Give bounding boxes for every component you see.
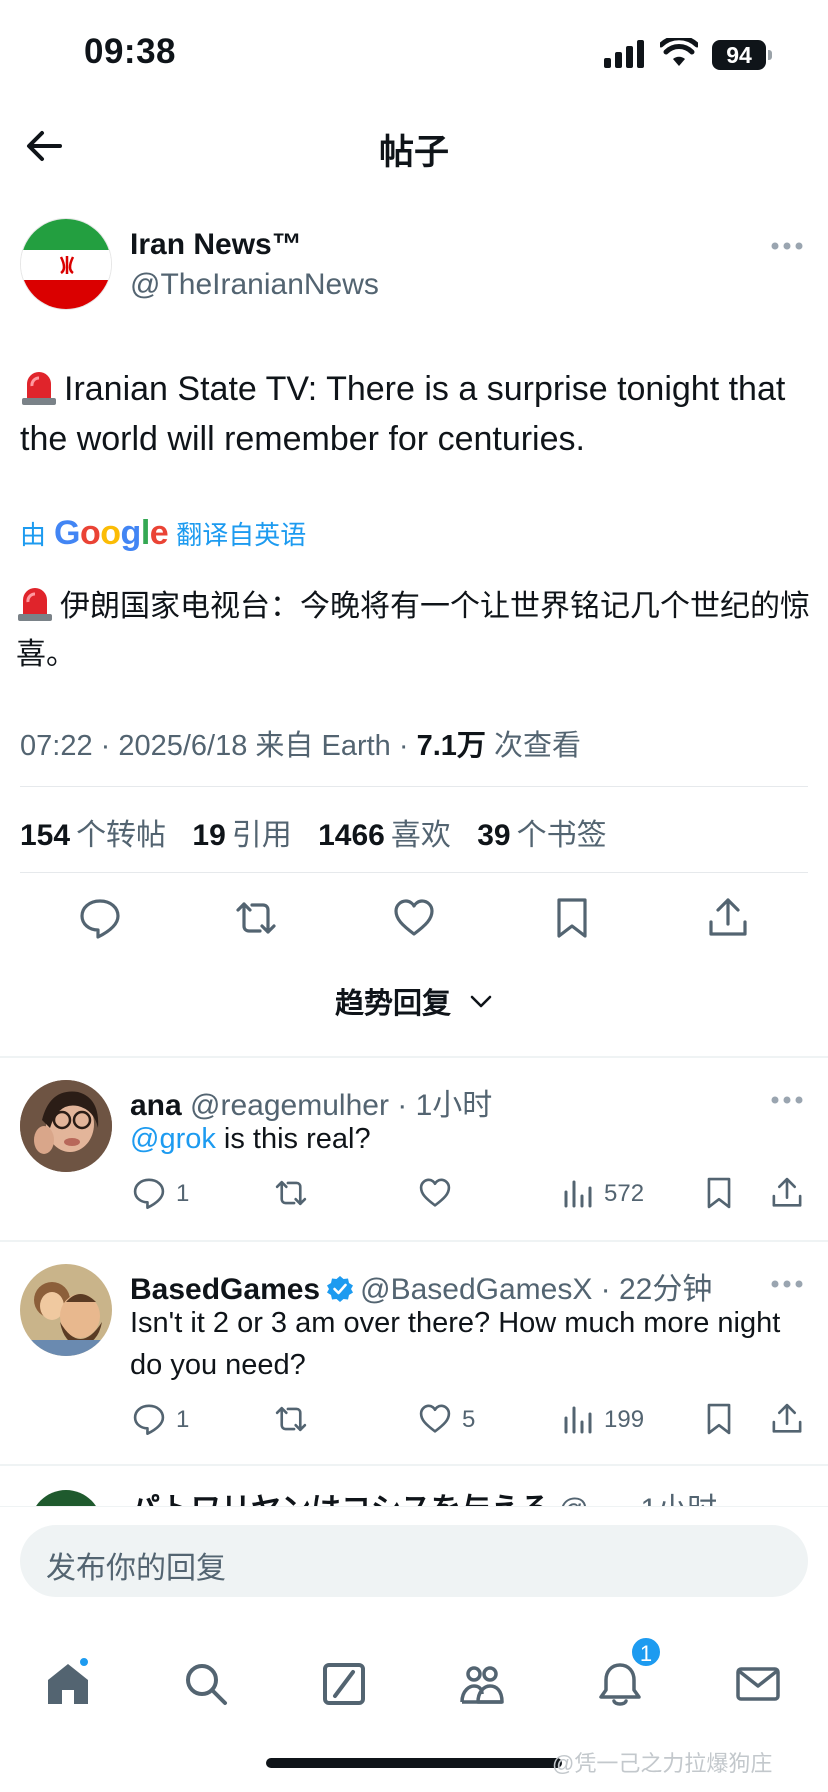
reply-composer-bar: 发布你的回复 <box>0 1506 828 1626</box>
bookmark-icon[interactable] <box>702 1402 736 1436</box>
reply-text: @grok is this real? <box>130 1123 371 1155</box>
iran-flag-icon <box>21 219 111 309</box>
more-options-icon[interactable] <box>770 240 804 252</box>
reply-header: パトワリヤンはコシスを与える @... · 1小时 <box>130 1484 717 1506</box>
more-options-icon[interactable] <box>770 1094 804 1106</box>
divider <box>20 786 808 787</box>
search-icon[interactable] <box>182 1660 230 1708</box>
reply-avatar[interactable] <box>20 1080 112 1172</box>
author-handle[interactable]: @TheIranianNews <box>130 268 379 302</box>
reply-item[interactable]: ana @reagemulher · 1小时 @grok is this rea… <box>0 1056 828 1240</box>
page-title: 帖子 <box>378 133 449 172</box>
like-heart-icon[interactable] <box>418 1176 452 1210</box>
home-badge-dot <box>78 1656 90 1668</box>
communities-icon[interactable] <box>458 1660 506 1708</box>
verified-badge-icon <box>327 1276 354 1302</box>
repost-icon[interactable] <box>234 896 278 940</box>
stat-reposts[interactable]: 154 个转帖 <box>20 819 166 852</box>
reply-avatar[interactable] <box>30 1490 102 1506</box>
reply-icon[interactable] <box>132 1176 166 1210</box>
reply-count: 1 <box>176 1406 190 1433</box>
tweet-text-content: Iranian State TV: There is a surprise to… <box>20 370 786 458</box>
home-indicator <box>266 1758 562 1768</box>
translated-by-google[interactable]: 由 Google 翻译自英语 <box>20 514 306 553</box>
translate-prefix: 由 <box>20 520 47 550</box>
reply-author-handle[interactable]: @... · 1小时 <box>558 1493 717 1506</box>
view-count: 199 <box>604 1406 645 1433</box>
bookmark-icon[interactable] <box>550 896 594 940</box>
watermark: @凭一己之力拉爆狗庄 <box>552 1751 773 1776</box>
tweet-text: Iranian State TV: There is a surprise to… <box>20 364 810 464</box>
google-logo: Google <box>54 514 169 552</box>
reply-author-name[interactable]: パトワリヤンはコシスを与える <box>130 1493 550 1506</box>
police-light-emoji-icon <box>22 372 56 405</box>
reply-avatar[interactable] <box>20 1264 112 1356</box>
reply-input[interactable]: 发布你的回复 <box>20 1525 808 1597</box>
reply-input-placeholder: 发布你的回复 <box>46 1552 226 1585</box>
stat-bookmarks[interactable]: 39 个书签 <box>477 819 606 852</box>
author-avatar[interactable] <box>20 218 112 310</box>
engagement-stats: 154 个转帖 19 引用 1466 喜欢 39 个书签 <box>20 810 625 854</box>
like-heart-icon[interactable] <box>392 896 436 940</box>
reply-count: 1 <box>176 1180 190 1207</box>
chevron-down-icon <box>470 995 492 1008</box>
divider <box>0 1464 828 1466</box>
reply-icon[interactable] <box>78 896 122 940</box>
notifications-bell-icon[interactable] <box>596 1660 644 1708</box>
author-name[interactable]: Iran News™ <box>130 228 302 262</box>
status-time: 09:38 <box>84 32 177 71</box>
status-bar: 09:38 94 <box>0 0 828 110</box>
like-heart-icon[interactable] <box>418 1402 452 1436</box>
notifications-badge: 1 <box>630 1636 662 1668</box>
views-chart-icon[interactable] <box>562 1402 596 1436</box>
bookmark-icon[interactable] <box>702 1176 736 1210</box>
like-count: 5 <box>462 1406 476 1433</box>
reply-icon[interactable] <box>132 1402 166 1436</box>
cellular-signal-icon <box>604 40 644 68</box>
battery-level: 94 <box>712 40 766 70</box>
share-icon[interactable] <box>770 1402 804 1436</box>
divider <box>20 872 808 873</box>
messages-mail-icon[interactable] <box>734 1660 782 1708</box>
reply-item[interactable]: BasedGames @BasedGamesX · 22分钟 Isn't it 2… <box>0 1240 828 1464</box>
reply-text: Isn't it 2 or 3 am over there? How much … <box>130 1307 781 1381</box>
repost-icon[interactable] <box>274 1402 308 1436</box>
battery-icon: 94 <box>712 40 772 70</box>
reply-item[interactable]: パトワリヤンはコシスを与える @... · 1小时 <box>0 1474 828 1506</box>
trending-replies-sort[interactable]: 趋势回复 <box>0 980 828 1022</box>
tweet-timestamp: 07:22 · 2025/6/18 来自 Earth · <box>20 730 417 762</box>
share-icon[interactable] <box>706 896 750 940</box>
police-light-emoji-icon <box>18 588 52 621</box>
stat-quotes[interactable]: 19 引用 <box>192 819 291 852</box>
grok-icon[interactable] <box>320 1660 368 1708</box>
nav-header: 帖子 <box>0 110 828 182</box>
tweet-meta: 07:22 · 2025/6/18 来自 Earth · 7.1万 次查看 <box>20 722 581 764</box>
bottom-tab-bar: 1 <box>0 1626 828 1726</box>
translated-text-content: 伊朗国家电视台：今晚将有一个让世界铭记几个世纪的惊喜。 <box>16 590 810 671</box>
views-count: 7.1万 <box>416 730 486 762</box>
views-label: 次查看 <box>493 730 581 762</box>
view-count: 572 <box>604 1180 645 1207</box>
trending-label: 趋势回复 <box>334 988 451 1020</box>
translated-text: 伊朗国家电视台：今晚将有一个让世界铭记几个世纪的惊喜。 <box>16 582 816 679</box>
views-chart-icon[interactable] <box>562 1176 596 1210</box>
stat-likes[interactable]: 1466 喜欢 <box>318 819 451 852</box>
share-icon[interactable] <box>770 1176 804 1210</box>
mention-link[interactable]: @grok <box>130 1123 216 1155</box>
wifi-icon <box>660 38 698 66</box>
repost-icon[interactable] <box>274 1176 308 1210</box>
translate-suffix: 翻译自英语 <box>176 520 307 550</box>
more-options-icon[interactable] <box>770 1278 804 1290</box>
